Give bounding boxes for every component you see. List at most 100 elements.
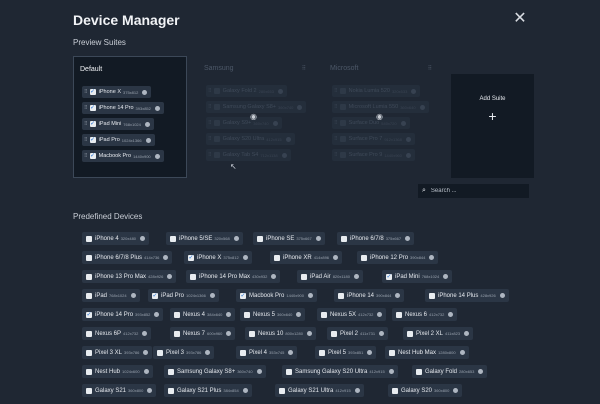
checkbox[interactable] <box>361 254 367 261</box>
checkbox[interactable] <box>86 330 92 337</box>
checkbox[interactable] <box>168 387 174 394</box>
drag-handle-icon[interactable]: ⠿ <box>208 104 212 110</box>
checkbox[interactable]: ✓ <box>89 137 96 143</box>
info-icon[interactable] <box>377 312 383 317</box>
info-icon[interactable] <box>333 255 339 260</box>
device-chip[interactable]: ✓ iPad Mini 768x1024 <box>382 270 453 283</box>
info-icon[interactable] <box>281 152 287 158</box>
suite-device-row[interactable]: ⠿ Galaxy Tab S4 712x1138 <box>206 149 291 161</box>
info-icon[interactable] <box>233 236 239 241</box>
info-icon[interactable] <box>142 331 148 336</box>
checkbox[interactable] <box>331 330 337 337</box>
checkbox[interactable] <box>213 152 220 158</box>
checkbox[interactable]: ✓ <box>89 105 96 111</box>
info-icon[interactable] <box>464 331 470 336</box>
device-chip[interactable]: Nexus 6 412x732 <box>392 308 458 321</box>
info-icon[interactable] <box>395 293 401 298</box>
device-chip[interactable]: Galaxy S21 360x800 <box>82 384 157 397</box>
suite-device-row[interactable]: ⠿ ✓ iPad Mini 768x1024 <box>82 118 154 130</box>
info-icon[interactable] <box>142 89 148 95</box>
info-icon[interactable] <box>405 236 411 241</box>
checkbox[interactable] <box>249 330 255 337</box>
suite-device-row[interactable]: ⠿ Nokia Lumia 520 320x533 <box>332 85 421 97</box>
suite-menu-icon[interactable]: ⠿ <box>428 65 432 72</box>
checkbox[interactable]: ✓ <box>240 292 246 299</box>
suite-device-row[interactable]: ⠿ Galaxy Fold 2 280x653 <box>206 85 287 97</box>
device-chip[interactable]: Galaxy S21 Plus 384x854 <box>164 384 252 397</box>
device-chip[interactable]: iPhone XR 414x896 <box>270 251 343 264</box>
info-icon[interactable] <box>459 350 465 355</box>
checkbox[interactable] <box>86 235 92 242</box>
device-chip[interactable]: ✓ Macbook Pro 1440x900 <box>236 289 317 302</box>
info-icon[interactable] <box>242 255 248 260</box>
checkbox[interactable] <box>274 254 280 261</box>
device-chip[interactable]: iPhone SE 375x667 <box>253 232 325 245</box>
info-icon[interactable] <box>443 274 449 279</box>
drag-handle-icon[interactable]: ⠿ <box>208 136 212 142</box>
info-icon[interactable] <box>145 137 151 143</box>
checkbox[interactable] <box>213 136 220 142</box>
info-icon[interactable] <box>379 331 385 336</box>
info-icon[interactable] <box>143 369 149 374</box>
suite-device-row[interactable]: ⠿ ✓ iPad Pro 1024x1366 <box>82 134 155 146</box>
drag-handle-icon[interactable]: ⠿ <box>84 121 88 127</box>
checkbox[interactable] <box>321 311 327 318</box>
drag-handle-icon[interactable]: ⠿ <box>84 153 88 159</box>
suite-menu-icon[interactable]: ⠿ <box>302 65 306 72</box>
info-icon[interactable] <box>205 350 211 355</box>
device-chip[interactable]: Galaxy S20 360x800 <box>388 384 463 397</box>
checkbox[interactable] <box>339 104 346 110</box>
checkbox[interactable] <box>86 254 92 261</box>
device-chip[interactable]: iPhone 14 390x844 <box>334 289 405 302</box>
info-icon[interactable] <box>388 369 394 374</box>
device-chip[interactable]: Nest Hub Max 1280x800 <box>385 346 469 359</box>
device-chip[interactable]: Nexus 7 600x960 <box>170 327 236 340</box>
checkbox[interactable] <box>429 292 435 299</box>
info-icon[interactable] <box>367 350 373 355</box>
device-chip[interactable]: iPhone 13 Pro Max 428x926 <box>82 270 177 283</box>
info-icon[interactable] <box>307 293 313 298</box>
checkbox[interactable] <box>319 349 325 356</box>
device-chip[interactable]: Pixel 4 353x745 <box>236 346 298 359</box>
drag-handle-icon[interactable]: ⠿ <box>84 105 88 111</box>
info-icon[interactable] <box>353 274 359 279</box>
checkbox[interactable] <box>301 273 307 280</box>
checkbox[interactable] <box>339 88 346 94</box>
drag-handle-icon[interactable]: ⠿ <box>208 152 212 158</box>
device-chip[interactable]: Samsung Galaxy S20 Ultra 412x915 <box>282 365 398 378</box>
checkbox[interactable] <box>157 349 163 356</box>
eye-icon[interactable]: ◉ <box>250 112 257 121</box>
checkbox[interactable]: ✓ <box>89 89 96 95</box>
info-icon[interactable] <box>226 312 232 317</box>
device-chip[interactable]: Pixel 5 393x851 <box>315 346 377 359</box>
checkbox[interactable] <box>286 368 292 375</box>
info-icon[interactable] <box>478 369 484 374</box>
info-icon[interactable] <box>130 293 136 298</box>
device-chip[interactable]: Galaxy Fold 280x653 <box>412 365 488 378</box>
device-chip[interactable]: iPad Air 820x1180 <box>297 270 363 283</box>
device-chip[interactable]: ✓ iPhone 14 Pro 393x852 <box>82 308 164 321</box>
info-icon[interactable] <box>285 136 291 142</box>
device-chip[interactable]: ✓ iPhone X 375x812 <box>184 251 252 264</box>
info-icon[interactable] <box>405 152 411 158</box>
device-chip[interactable]: iPhone 5/SE 320x568 <box>166 232 243 245</box>
device-chip[interactable]: Nexus 6P 412x732 <box>82 327 152 340</box>
checkbox[interactable] <box>190 273 196 280</box>
checkbox[interactable]: ✓ <box>89 121 96 127</box>
checkbox[interactable]: ✓ <box>152 292 158 299</box>
checkbox[interactable] <box>244 311 250 318</box>
device-chip[interactable]: ✓ iPad Pro 1024x1366 <box>148 289 219 302</box>
info-icon[interactable] <box>140 236 146 241</box>
info-icon[interactable] <box>147 388 153 393</box>
checkbox[interactable] <box>213 120 220 126</box>
checkbox[interactable] <box>416 368 422 375</box>
checkbox[interactable] <box>168 368 174 375</box>
device-chip[interactable]: Nexus 5 360x640 <box>240 308 306 321</box>
search-input[interactable] <box>430 188 521 194</box>
checkbox[interactable] <box>170 235 176 242</box>
device-chip[interactable]: Pixel 3 393x786 <box>153 346 215 359</box>
suite-device-row[interactable]: ⠿ Surface Duo 540x720 <box>332 117 410 129</box>
drag-handle-icon[interactable]: ⠿ <box>84 89 88 95</box>
info-icon[interactable] <box>256 369 262 374</box>
info-icon[interactable] <box>453 388 459 393</box>
